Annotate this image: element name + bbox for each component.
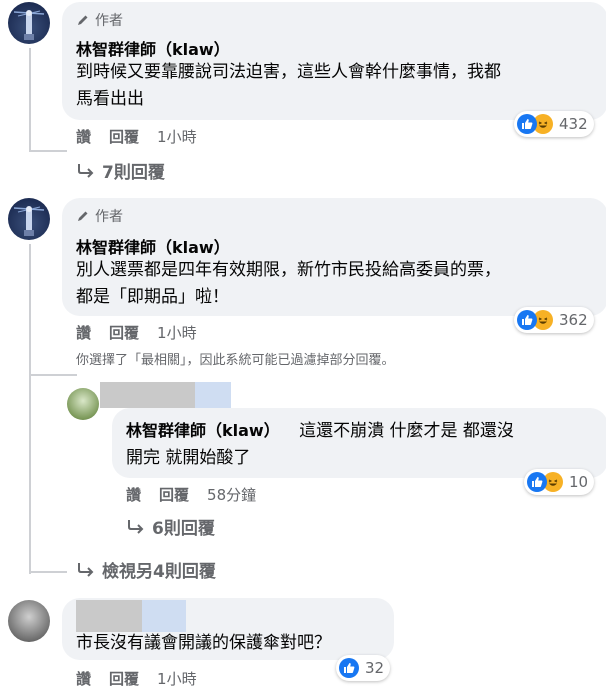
comment-author[interactable]: 林智群律師（klaw） bbox=[76, 36, 230, 60]
comment-author[interactable]: 林智群律師（klaw） bbox=[76, 234, 230, 258]
thread-line bbox=[29, 48, 31, 152]
comment-actions: 讚 回覆 1小時 bbox=[76, 126, 197, 147]
reaction-summary[interactable]: 362 bbox=[514, 307, 594, 333]
author-badge: 作者 bbox=[76, 206, 123, 226]
reaction-count: 362 bbox=[559, 311, 588, 329]
like-icon bbox=[517, 310, 537, 330]
lighthouse-icon bbox=[13, 206, 45, 236]
thread-line bbox=[29, 150, 67, 152]
like-button[interactable]: 讚 bbox=[76, 126, 91, 147]
comment-text: 到時候又要靠腰說司法迫害，這些人會幹什麼事情，我都 馬看出出 bbox=[76, 59, 501, 113]
avatar[interactable] bbox=[8, 198, 50, 240]
reaction-summary[interactable]: 432 bbox=[514, 111, 594, 137]
reply-text-line: 開完 就開始酸了 bbox=[126, 448, 251, 468]
pen-icon bbox=[78, 15, 88, 25]
like-icon bbox=[517, 114, 537, 134]
lighthouse-icon bbox=[13, 10, 45, 40]
author-badge-label: 作者 bbox=[95, 13, 123, 29]
thread-line bbox=[29, 571, 67, 573]
reply-actions: 讚 回覆 58分鐘 bbox=[126, 484, 256, 505]
reaction-count: 10 bbox=[569, 473, 589, 491]
comment-text: 別人選票都是四年有效期限，新竹市民投給高委員的票， 都是「即期品」啦！ bbox=[76, 257, 501, 311]
reply-button[interactable]: 回覆 bbox=[109, 322, 139, 343]
redacted-name-block bbox=[195, 382, 231, 408]
reply-button[interactable]: 回覆 bbox=[159, 484, 189, 505]
view-more-replies-link[interactable]: 檢視另4則回覆 bbox=[76, 557, 216, 582]
reply-author[interactable]: 林智群律師（klaw） bbox=[126, 421, 280, 440]
reply-text-line: 這還不崩潰 什麼才是 都還沒 bbox=[299, 421, 514, 441]
reaction-summary[interactable]: 32 bbox=[336, 655, 391, 681]
author-badge-label: 作者 bbox=[95, 209, 123, 225]
timestamp[interactable]: 1小時 bbox=[157, 322, 197, 343]
redacted-name-block bbox=[142, 600, 186, 632]
comment-text-line: 到時候又要靠腰說司法迫害，這些人會幹什麼事情，我都 bbox=[76, 62, 501, 82]
view-replies-link[interactable]: 6則回覆 bbox=[126, 514, 215, 539]
view-more-replies-label: 檢視另4則回覆 bbox=[102, 562, 216, 582]
timestamp[interactable]: 58分鐘 bbox=[207, 484, 256, 505]
avatar[interactable] bbox=[8, 600, 50, 642]
reply-arrow-icon bbox=[128, 519, 144, 534]
timestamp[interactable]: 1小時 bbox=[157, 126, 197, 147]
redacted-name-block bbox=[100, 382, 195, 408]
like-button[interactable]: 讚 bbox=[76, 322, 91, 343]
comment-actions: 讚 回覆 1小時 bbox=[76, 322, 197, 343]
pen-icon bbox=[78, 211, 88, 221]
author-badge: 作者 bbox=[76, 10, 123, 30]
reply-button[interactable]: 回覆 bbox=[109, 126, 139, 147]
comment-text-line: 都是「即期品」啦！ bbox=[76, 287, 229, 307]
reply-text: 林智群律師（klaw） 這還不崩潰 什麼才是 都還沒 開完 就開始酸了 bbox=[126, 417, 596, 472]
thread-line bbox=[29, 374, 77, 376]
reply-arrow-icon bbox=[78, 163, 94, 178]
comment-text-line: 馬看出出 bbox=[76, 89, 144, 109]
reply-avatar[interactable] bbox=[67, 388, 99, 420]
view-replies-label: 7則回覆 bbox=[102, 163, 165, 183]
filter-notice: 你選擇了「最相關」，因此系統可能已過濾掉部分回覆。 bbox=[76, 353, 395, 368]
reaction-summary[interactable]: 10 bbox=[524, 469, 595, 495]
thread-line bbox=[29, 244, 31, 574]
view-replies-link[interactable]: 7則回覆 bbox=[76, 158, 165, 183]
reply-arrow-icon bbox=[78, 562, 94, 577]
avatar[interactable] bbox=[8, 2, 50, 44]
reaction-count: 432 bbox=[559, 115, 588, 133]
reaction-count: 32 bbox=[365, 659, 385, 677]
view-replies-label: 6則回覆 bbox=[152, 519, 215, 539]
like-icon bbox=[527, 472, 547, 492]
like-button[interactable]: 讚 bbox=[126, 484, 141, 505]
like-icon bbox=[339, 658, 359, 678]
comment-text: 市長沒有議會開議的保護傘對吧？ bbox=[76, 633, 331, 653]
redacted-name-block bbox=[76, 600, 142, 632]
comment-text-line: 別人選票都是四年有效期限，新竹市民投給高委員的票， bbox=[76, 260, 501, 280]
